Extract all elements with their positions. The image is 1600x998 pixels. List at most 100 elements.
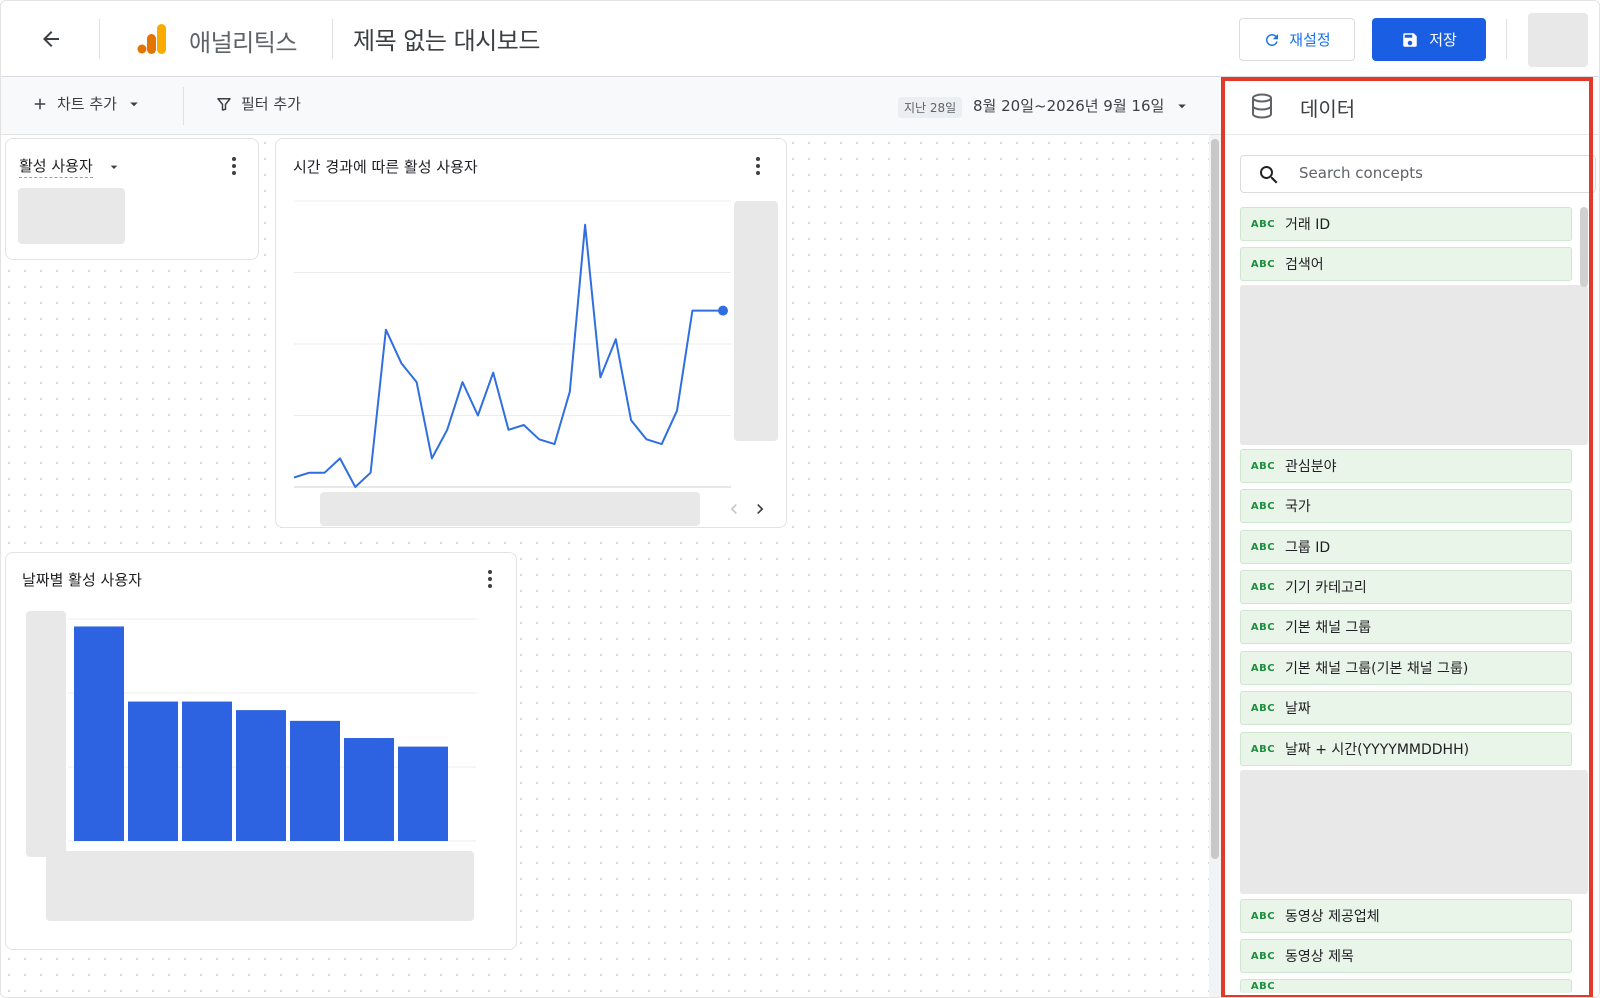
bar [344, 738, 394, 841]
field-label: 기본 채널 그룹 [1285, 620, 1372, 636]
reset-button[interactable]: 재설정 [1239, 18, 1355, 61]
database-icon [1252, 93, 1272, 119]
bar [290, 720, 340, 841]
list-item[interactable]: ABC 거래 ID [1240, 207, 1572, 241]
list-item[interactable]: ABC 기본 채널 그룹(기본 채널 그룹) [1240, 651, 1572, 685]
line-chart-card[interactable]: 시간 경과에 따른 활성 사용자 [275, 138, 787, 528]
page-title[interactable]: 제목 없는 대시보드 [353, 21, 540, 56]
list-item[interactable]: ABC 동영상 제목 [1240, 939, 1572, 973]
bar [236, 710, 286, 841]
concept-search-box[interactable] [1240, 155, 1596, 193]
back-button[interactable] [33, 21, 69, 57]
abc-type-icon: ABC [1250, 581, 1276, 593]
add-chart-label: 차트 추가 [57, 95, 117, 113]
header-divider [332, 19, 333, 59]
dashboard-canvas: 활성 사용자 시간 경과에 따른 활성 사용자 날짜별 활성 사용자 [1, 135, 1211, 997]
canvas-scrollbar[interactable] [1209, 135, 1221, 997]
bar [128, 701, 178, 841]
abc-type-icon: ABC [1250, 950, 1276, 962]
data-panel: 데이터 ABC 거래 ID ABC 검색어 ABC 관심분야 ABC 국가 ABC 그룹 … [1221, 77, 1599, 997]
caret-down-icon[interactable] [106, 159, 122, 175]
date-range-selector[interactable]: 8월 20일~2026년 9월 16일 [973, 95, 1164, 116]
plus-icon [34, 98, 46, 109]
data-panel-title: 데이터 [1300, 97, 1356, 121]
field-label: 관심분야 [1285, 459, 1337, 475]
add-filter-label: 필터 추가 [241, 95, 301, 113]
data-panel-header: 데이터 [1222, 77, 1599, 135]
abc-type-icon: ABC [1250, 662, 1276, 674]
field-label: 동영상 제공업체 [1285, 909, 1380, 925]
abc-type-icon: ABC [1250, 258, 1276, 270]
chevron-right-icon[interactable] [750, 499, 770, 519]
abc-type-icon: ABC [1250, 621, 1276, 633]
abc-type-icon: ABC [1250, 981, 1276, 992]
search-icon [1260, 166, 1278, 184]
abc-type-icon: ABC [1250, 460, 1276, 472]
header-divider [1506, 19, 1507, 59]
field-label: 동영상 제목 [1285, 949, 1354, 965]
abc-type-icon: ABC [1250, 743, 1276, 755]
list-item[interactable]: ABC 기기 카테고리 [1240, 570, 1572, 604]
scorecard-title[interactable]: 활성 사용자 [19, 155, 93, 178]
list-item[interactable]: ABC [1240, 979, 1572, 993]
app-frame: 애널리틱스 제목 없는 대시보드 재설정 저장 차트 추가 필터 추가 지난 2… [0, 0, 1600, 998]
list-item[interactable]: ABC 날짜 [1240, 691, 1572, 725]
scorecard-card[interactable]: 활성 사용자 [5, 138, 259, 260]
arrow-left-icon [43, 31, 59, 47]
list-item[interactable]: ABC 날짜 + 시간(YYYYMMDDHH) [1240, 732, 1572, 766]
field-label: 거래 ID [1285, 217, 1331, 233]
field-label: 날짜 + 시간(YYYYMMDDHH) [1285, 742, 1470, 758]
header-divider [99, 19, 100, 59]
bar-yaxis-placeholder [26, 611, 66, 857]
abc-type-icon: ABC [1250, 218, 1276, 230]
save-label: 저장 [1429, 31, 1457, 49]
field-label: 국가 [1285, 499, 1311, 515]
data-panel-scrollbar[interactable] [1580, 207, 1588, 287]
canvas-scrollbar-thumb[interactable] [1211, 139, 1219, 859]
field-label: 기기 카테고리 [1285, 580, 1367, 596]
bar-chart-card[interactable]: 날짜별 활성 사용자 [5, 552, 517, 950]
field-label: 날짜 [1285, 701, 1311, 717]
date-preset-tag: 지난 28일 [898, 97, 963, 118]
refresh-icon [1266, 33, 1279, 46]
analytics-logo-icon [137, 24, 166, 54]
toolbar-divider [183, 87, 184, 125]
toolbar: 차트 추가 필터 추가 지난 28일 8월 20일~2026년 9월 16일 [1, 77, 1221, 135]
more-options-icon[interactable] [222, 154, 246, 178]
line-chart [293, 200, 731, 488]
bar-xaxis-placeholder [46, 851, 474, 921]
list-item[interactable]: ABC 기본 채널 그룹 [1240, 610, 1572, 644]
search-input[interactable] [1299, 164, 1579, 182]
caret-down-icon[interactable] [1173, 97, 1191, 115]
list-item[interactable]: ABC 검색어 [1240, 247, 1572, 281]
bar [398, 746, 448, 841]
save-button[interactable]: 저장 [1372, 18, 1486, 61]
field-label: 검색어 [1285, 257, 1324, 273]
bar [182, 701, 232, 841]
list-item[interactable]: ABC 관심분야 [1240, 449, 1572, 483]
app-name: 애널리틱스 [189, 29, 297, 57]
filter-icon [217, 97, 231, 111]
abc-type-icon: ABC [1250, 702, 1276, 714]
header: 애널리틱스 제목 없는 대시보드 재설정 저장 [1, 1, 1599, 77]
abc-type-icon: ABC [1250, 541, 1276, 553]
scorecard-value-placeholder [18, 188, 125, 244]
avatar[interactable] [1528, 13, 1588, 67]
list-item[interactable]: ABC 그룹 ID [1240, 530, 1572, 564]
last-point-marker [718, 305, 728, 316]
field-label: 기본 채널 그룹(기본 채널 그룹) [1285, 661, 1469, 677]
add-filter-button[interactable]: 필터 추가 [215, 93, 301, 114]
line-xaxis-placeholder [320, 492, 700, 526]
abc-type-icon: ABC [1250, 500, 1276, 512]
reset-label: 재설정 [1289, 31, 1331, 49]
caret-down-icon [130, 102, 138, 106]
add-chart-button[interactable]: 차트 추가 [31, 93, 143, 114]
line-axis-placeholder [734, 201, 778, 441]
chevron-left-icon[interactable] [724, 499, 744, 519]
list-item[interactable]: ABC 동영상 제공업체 [1240, 899, 1572, 933]
abc-type-icon: ABC [1250, 910, 1276, 922]
field-label: 그룹 ID [1285, 540, 1331, 556]
list-item[interactable]: ABC 국가 [1240, 489, 1572, 523]
field-placeholder [1240, 285, 1588, 445]
field-placeholder [1240, 770, 1588, 894]
